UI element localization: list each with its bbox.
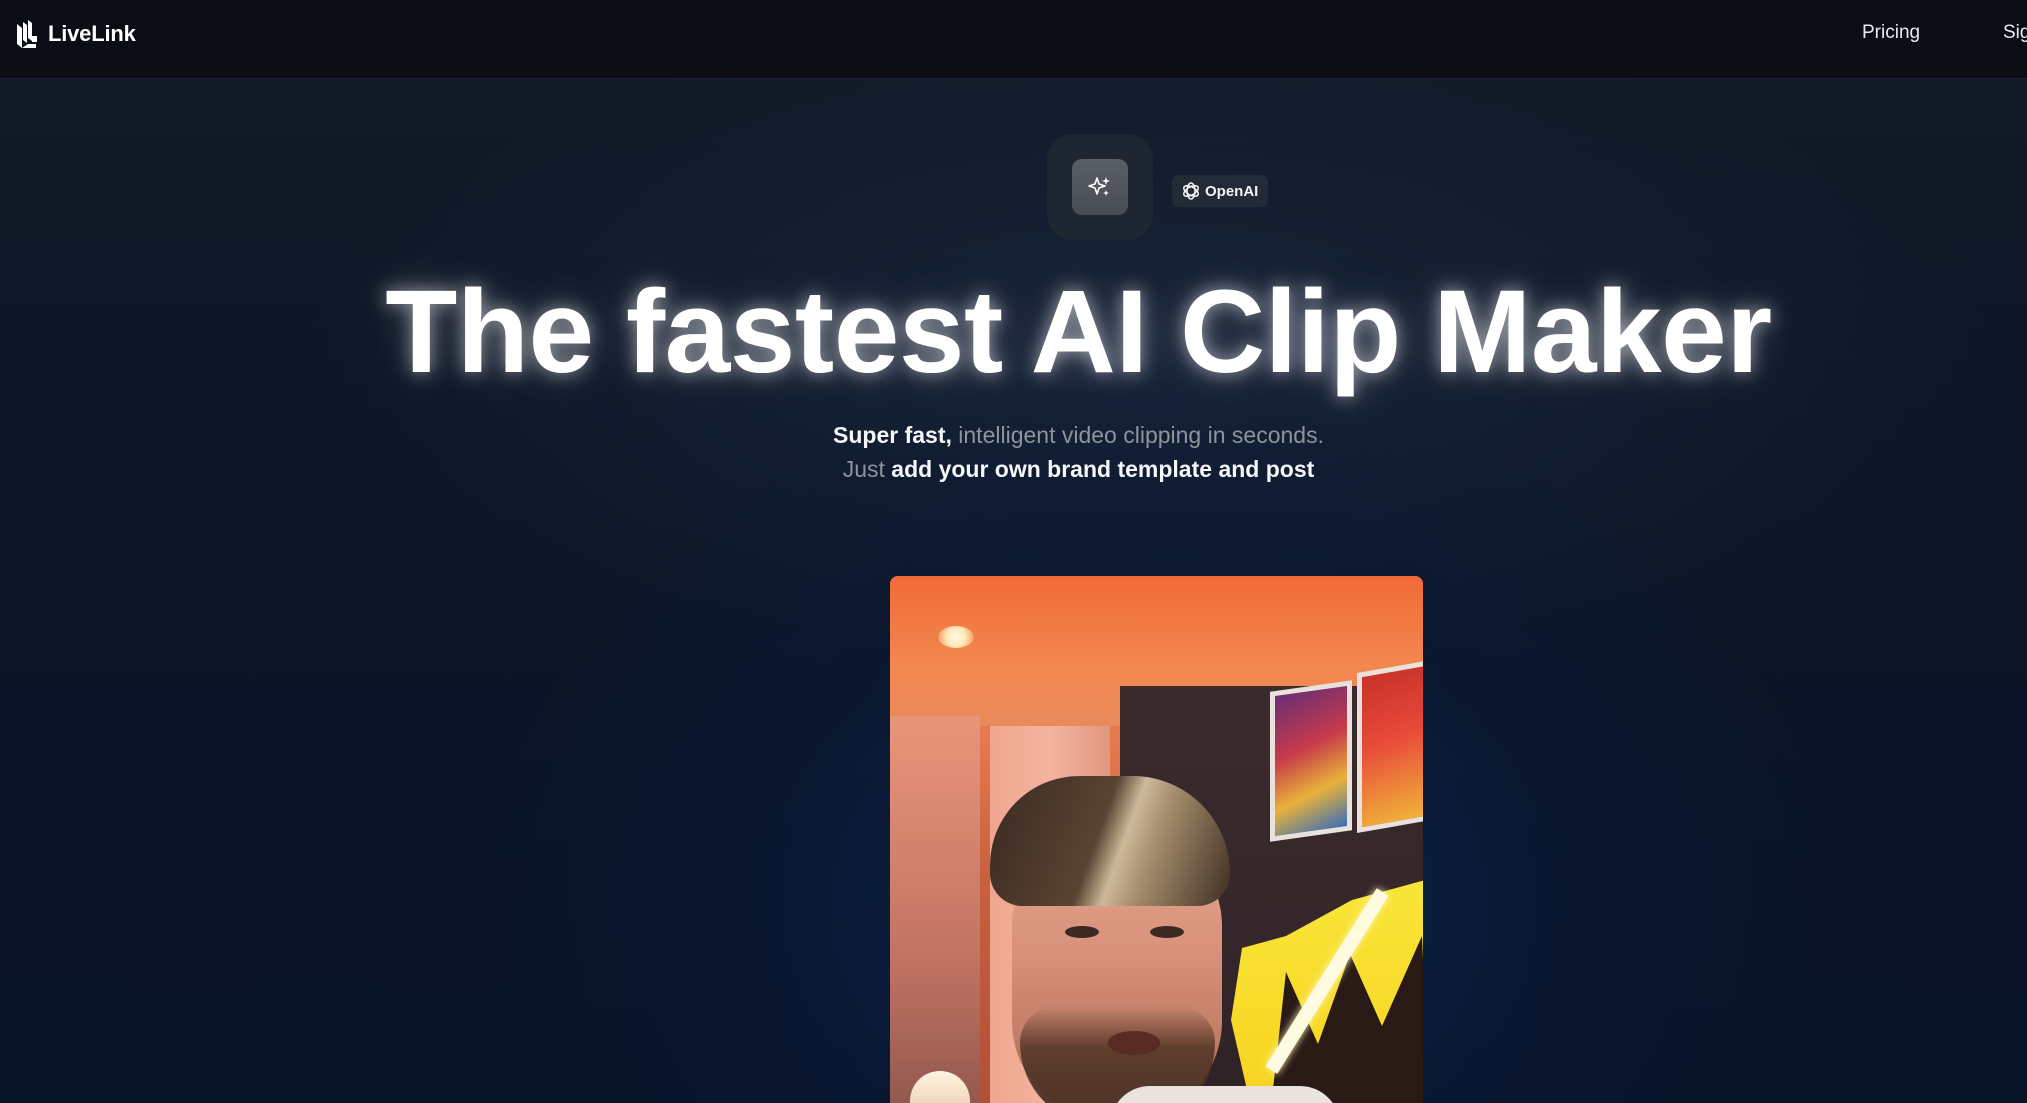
ai-badge-tile	[1072, 159, 1128, 215]
video-person-eye-right	[1150, 926, 1184, 938]
subtitle-line-2: Just add your own brand template and pos…	[130, 452, 2027, 486]
openai-badge: OpenAI	[1172, 175, 1269, 207]
video-scene-light	[938, 626, 974, 648]
sparkle-icon	[1088, 177, 1110, 196]
subtitle-line-1: Super fast, intelligent video clipping i…	[130, 418, 2027, 452]
video-person	[990, 776, 1250, 1103]
video-person-mouth	[1108, 1031, 1160, 1055]
video-person-eye-left	[1065, 926, 1099, 938]
subtitle-line2-lead: Just	[842, 456, 892, 482]
video-person-shirt	[1110, 1086, 1340, 1103]
openai-label: OpenAI	[1205, 182, 1259, 200]
subtitle-line2-emphasis: add your own brand template and post	[891, 456, 1315, 482]
brand-name: LiveLink	[48, 21, 136, 46]
video-scene-poster-2	[1357, 658, 1423, 834]
livelink-logo-icon	[17, 20, 37, 48]
top-navbar: LiveLink Pricing Sig	[0, 0, 2027, 79]
ai-feature-badge	[1048, 135, 1152, 239]
hero-headline: The fastest AI Clip Maker	[385, 266, 1772, 398]
openai-icon	[1183, 182, 1199, 200]
demo-video-player[interactable]	[890, 576, 1423, 1103]
video-person-hair	[990, 776, 1230, 906]
page: LiveLink Pricing Sig OpenAI The fastest …	[0, 0, 2027, 1103]
brand-logo[interactable]: LiveLink	[14, 18, 136, 50]
video-scene-wall	[890, 716, 980, 1103]
hero-subtitle: Super fast, intelligent video clipping i…	[0, 418, 2027, 486]
subtitle-line1-rest: intelligent video clipping in seconds.	[958, 422, 1324, 448]
nav-link-signin[interactable]: Sig	[2003, 22, 2027, 44]
subtitle-line1-emphasis: Super fast,	[833, 422, 959, 448]
nav-link-pricing[interactable]: Pricing	[1862, 22, 1920, 44]
video-scene-poster-1	[1270, 680, 1352, 842]
